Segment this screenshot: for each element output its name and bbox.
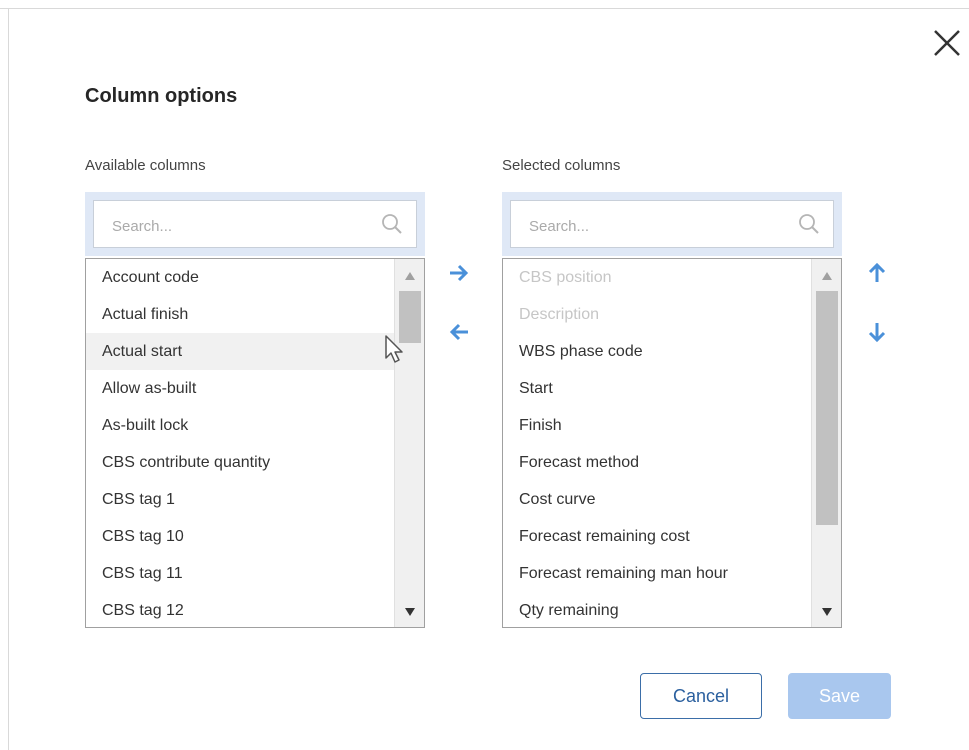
list-item[interactable]: Forecast remaining cost: [503, 518, 811, 555]
list-item[interactable]: Finish: [503, 407, 811, 444]
scroll-down-icon[interactable]: [821, 607, 833, 617]
list-item[interactable]: CBS tag 11: [86, 555, 394, 592]
selected-search-panel: [502, 192, 842, 256]
selected-columns-label: Selected columns: [502, 157, 621, 174]
list-item[interactable]: Actual finish: [86, 296, 394, 333]
save-button[interactable]: Save: [788, 673, 891, 719]
search-icon[interactable]: [797, 212, 821, 236]
list-item[interactable]: CBS tag 1: [86, 481, 394, 518]
scroll-up-icon[interactable]: [821, 271, 833, 281]
list-item[interactable]: Account code: [86, 259, 394, 296]
mouse-cursor-icon: [385, 335, 403, 363]
close-button[interactable]: [930, 26, 964, 60]
list-item[interactable]: WBS phase code: [503, 333, 811, 370]
list-item[interactable]: Allow as-built: [86, 370, 394, 407]
available-search-box: [93, 200, 417, 248]
remove-column-button[interactable]: [447, 320, 471, 344]
list-item[interactable]: Forecast method: [503, 444, 811, 481]
list-item[interactable]: As-built lock: [86, 407, 394, 444]
available-list-items: Account code Actual finish Actual start …: [86, 259, 394, 627]
selected-scroll-thumb[interactable]: [816, 291, 838, 525]
list-item[interactable]: CBS contribute quantity: [86, 444, 394, 481]
list-item[interactable]: Cost curve: [503, 481, 811, 518]
available-search-panel: [85, 192, 425, 256]
list-item[interactable]: Forecast remaining man hour: [503, 555, 811, 592]
move-up-button[interactable]: [865, 261, 889, 285]
arrow-up-icon: [868, 262, 886, 282]
available-columns-label: Available columns: [85, 157, 206, 174]
list-item: Description: [519, 306, 600, 323]
available-scrollbar[interactable]: [394, 259, 424, 627]
list-item[interactable]: Qty remaining: [503, 592, 811, 627]
scroll-down-icon[interactable]: [404, 607, 416, 617]
list-item[interactable]: CBS tag 10: [86, 518, 394, 555]
selected-list-items: CBS position Description WBS phase code …: [503, 259, 811, 627]
list-item[interactable]: Start: [503, 370, 811, 407]
list-item[interactable]: Actual start: [86, 333, 394, 370]
cancel-button[interactable]: Cancel: [640, 673, 762, 719]
add-column-button[interactable]: [447, 261, 471, 285]
arrow-down-icon: [868, 323, 886, 343]
window-left-border: [8, 8, 9, 750]
selected-search-input[interactable]: [527, 214, 781, 238]
list-item: CBS position: [519, 269, 612, 286]
selected-columns-list[interactable]: CBS position Description WBS phase code …: [502, 258, 842, 628]
window-top-border: [0, 0, 969, 9]
arrow-right-icon: [450, 264, 469, 282]
list-item[interactable]: CBS tag 12: [86, 592, 394, 627]
available-search-input[interactable]: [110, 214, 364, 238]
selected-search-box: [510, 200, 834, 248]
search-icon[interactable]: [380, 212, 404, 236]
available-columns-list[interactable]: Account code Actual finish Actual start …: [85, 258, 425, 628]
scroll-up-icon[interactable]: [404, 271, 416, 281]
arrow-left-icon: [449, 323, 468, 341]
selected-scrollbar[interactable]: [811, 259, 841, 627]
dialog-title: Column options: [85, 85, 238, 107]
close-icon: [934, 30, 960, 56]
move-down-button[interactable]: [865, 320, 889, 344]
